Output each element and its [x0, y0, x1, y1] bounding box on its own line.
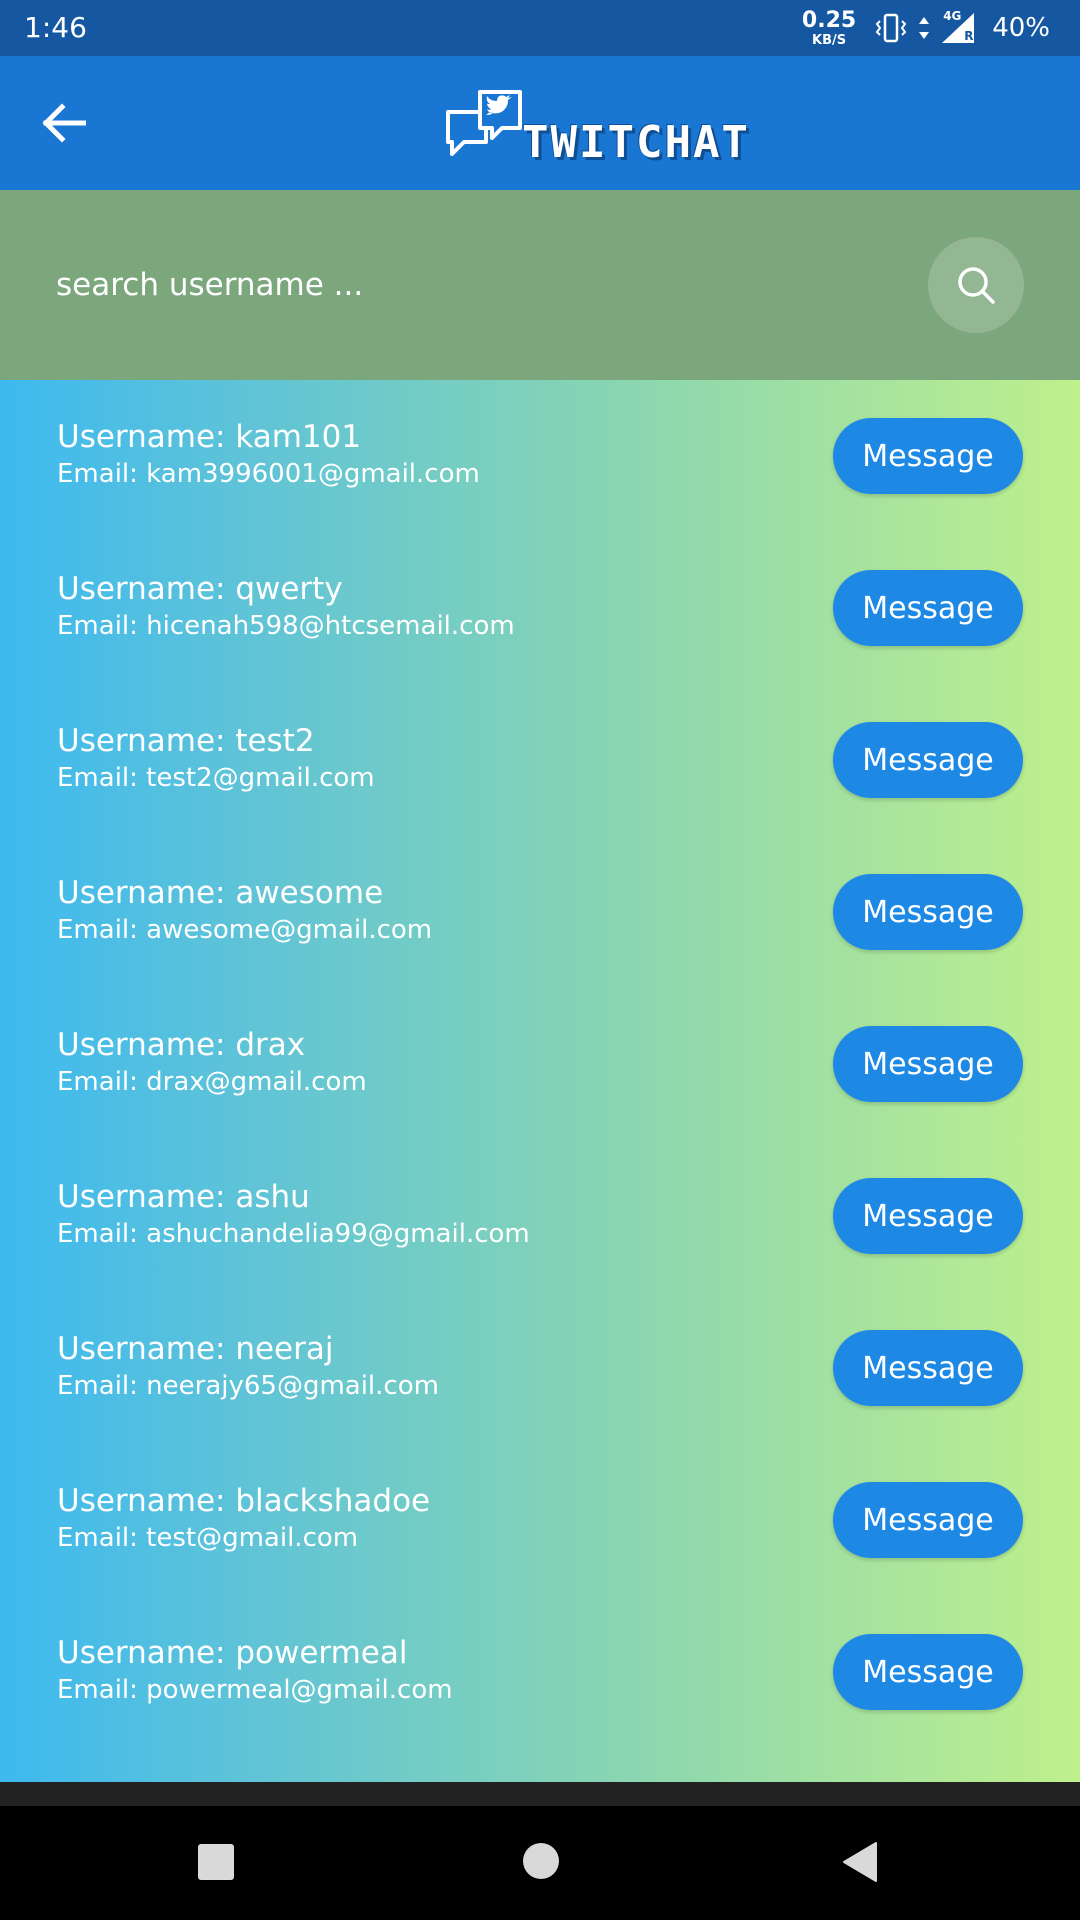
system-nav-bar	[0, 1806, 1080, 1920]
network-speed-value: 0.25	[801, 7, 857, 33]
user-list: Username: kam101 Email: kam3996001@gmail…	[0, 380, 1080, 1782]
user-list-item: Username: powermeal Email: powermeal@gma…	[0, 1596, 1080, 1748]
email-label: Email: hicenah598@htcsemail.com	[57, 611, 515, 641]
status-time: 1:46	[24, 11, 87, 44]
recent-apps-icon[interactable]	[198, 1844, 234, 1880]
vibrate-icon	[874, 13, 908, 43]
email-label: Email: awesome@gmail.com	[57, 915, 433, 945]
username-label: Username: kam101	[57, 419, 362, 455]
message-button[interactable]: Message	[833, 1330, 1023, 1406]
user-list-item: Username: qwerty Email: hicenah598@htcse…	[0, 532, 1080, 684]
email-label: Email: drax@gmail.com	[57, 1067, 367, 1097]
email-label: Email: kam3996001@gmail.com	[57, 459, 480, 489]
list-bottom-edge	[0, 1782, 1080, 1806]
message-button[interactable]: Message	[833, 570, 1023, 646]
message-button[interactable]: Message	[833, 1482, 1023, 1558]
search-input[interactable]	[56, 255, 876, 315]
username-label: Username: qwerty	[57, 571, 343, 607]
user-list-item: Username: ashu Email: ashuchandelia99@gm…	[0, 1140, 1080, 1292]
battery-percentage: 40%	[992, 13, 1050, 43]
user-list-item: Username: blackshadoe Email: test@gmail.…	[0, 1444, 1080, 1596]
network-type-label: 4G	[943, 9, 962, 23]
username-label: Username: neeraj	[57, 1331, 334, 1367]
email-label: Email: test@gmail.com	[57, 1523, 359, 1553]
network-speed-unit: KB/S	[812, 32, 847, 48]
chat-bubbles-bird-icon	[444, 86, 528, 170]
app-logo-text: TWITCHAT	[522, 117, 750, 168]
status-indicators: 0.25 KB/S 4G R 40%	[802, 6, 1050, 50]
username-label: Username: test2	[57, 723, 315, 759]
home-icon[interactable]	[523, 1843, 559, 1879]
search-icon	[958, 267, 995, 304]
user-list-item: Username: kam101 Email: kam3996001@gmail…	[0, 380, 1080, 532]
username-label: Username: blackshadoe	[57, 1483, 431, 1519]
email-label: Email: ashuchandelia99@gmail.com	[57, 1219, 530, 1249]
message-button[interactable]: Message	[833, 874, 1023, 950]
network-speed: 0.25 KB/S	[801, 7, 857, 48]
email-label: Email: neerajy65@gmail.com	[57, 1371, 439, 1401]
email-label: Email: test2@gmail.com	[57, 763, 375, 793]
message-button[interactable]: Message	[833, 1026, 1023, 1102]
signal-icon: 4G R	[940, 9, 976, 45]
message-button[interactable]: Message	[833, 1178, 1023, 1254]
email-label: Email: powermeal@gmail.com	[57, 1675, 453, 1705]
user-list-item: Username: neeraj Email: neerajy65@gmail.…	[0, 1292, 1080, 1444]
user-list-item: Username: awesome Email: awesome@gmail.c…	[0, 836, 1080, 988]
app-bar: TWITCHAT	[0, 56, 1080, 190]
arrow-back-icon	[42, 103, 86, 143]
search-area	[0, 190, 1080, 380]
username-label: Username: ashu	[57, 1179, 310, 1215]
app-logo: TWITCHAT	[444, 80, 750, 170]
data-arrows-icon	[918, 15, 930, 41]
status-bar: 1:46 0.25 KB/S 4G R 40%	[0, 0, 1080, 56]
username-label: Username: awesome	[57, 875, 384, 911]
back-icon[interactable]	[842, 1841, 878, 1883]
search-button[interactable]	[928, 237, 1024, 333]
roaming-label: R	[964, 29, 974, 43]
username-label: Username: powermeal	[57, 1635, 408, 1671]
message-button[interactable]: Message	[833, 418, 1023, 494]
message-button[interactable]: Message	[833, 722, 1023, 798]
user-list-item: Username: test2 Email: test2@gmail.com M…	[0, 684, 1080, 836]
message-button[interactable]: Message	[833, 1634, 1023, 1710]
username-label: Username: drax	[57, 1027, 306, 1063]
user-list-item: Username: drax Email: drax@gmail.com Mes…	[0, 988, 1080, 1140]
back-button[interactable]	[36, 95, 92, 151]
